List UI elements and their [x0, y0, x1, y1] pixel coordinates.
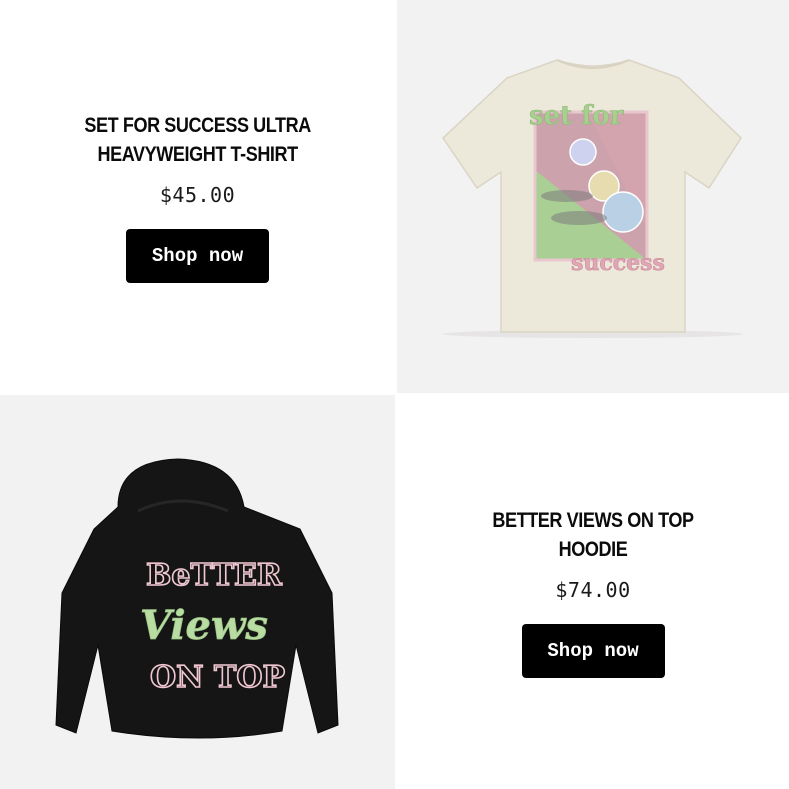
shop-now-button[interactable]: Shop now: [521, 624, 665, 678]
product-card-tshirt-info: SET FOR SUCCESS ULTRA HEAVYWEIGHT T-SHIR…: [0, 0, 395, 393]
product-title-line: HOODIE: [558, 538, 628, 561]
product-price: $45.00: [159, 182, 236, 207]
graphic-text-better: BeTTER: [146, 558, 283, 593]
graphic-text-success: success: [571, 250, 665, 276]
product-card-hoodie-info: BETTER VIEWS ON TOP HOODIE $74.00 Shop n…: [397, 395, 789, 789]
product-title-line: BETTER VIEWS ON TOP: [492, 509, 694, 532]
product-title-line: SET FOR SUCCESS ULTRA: [84, 113, 311, 137]
graphic-text-on-top: ON TOP: [150, 660, 285, 695]
graphic-text-set-for: set for: [529, 101, 624, 131]
product-title-line: HEAVYWEIGHT T-SHIRT: [97, 142, 298, 166]
product-image-tshirt[interactable]: set for success: [397, 0, 789, 393]
graphic-text-views: Views: [140, 602, 268, 649]
product-title[interactable]: SET FOR SUCCESS ULTRA HEAVYWEIGHT T-SHIR…: [84, 111, 311, 169]
product-title[interactable]: BETTER VIEWS ON TOP HOODIE: [492, 506, 694, 564]
product-image-hoodie[interactable]: BeTTER Views ON TOP: [0, 395, 395, 789]
product-grid: SET FOR SUCCESS ULTRA HEAVYWEIGHT T-SHIR…: [0, 0, 789, 789]
tshirt-image: set for success: [442, 59, 743, 338]
product-price: $74.00: [555, 578, 631, 602]
hoodie-image: BeTTER Views ON TOP: [55, 458, 339, 739]
shop-now-button[interactable]: Shop now: [126, 228, 269, 283]
